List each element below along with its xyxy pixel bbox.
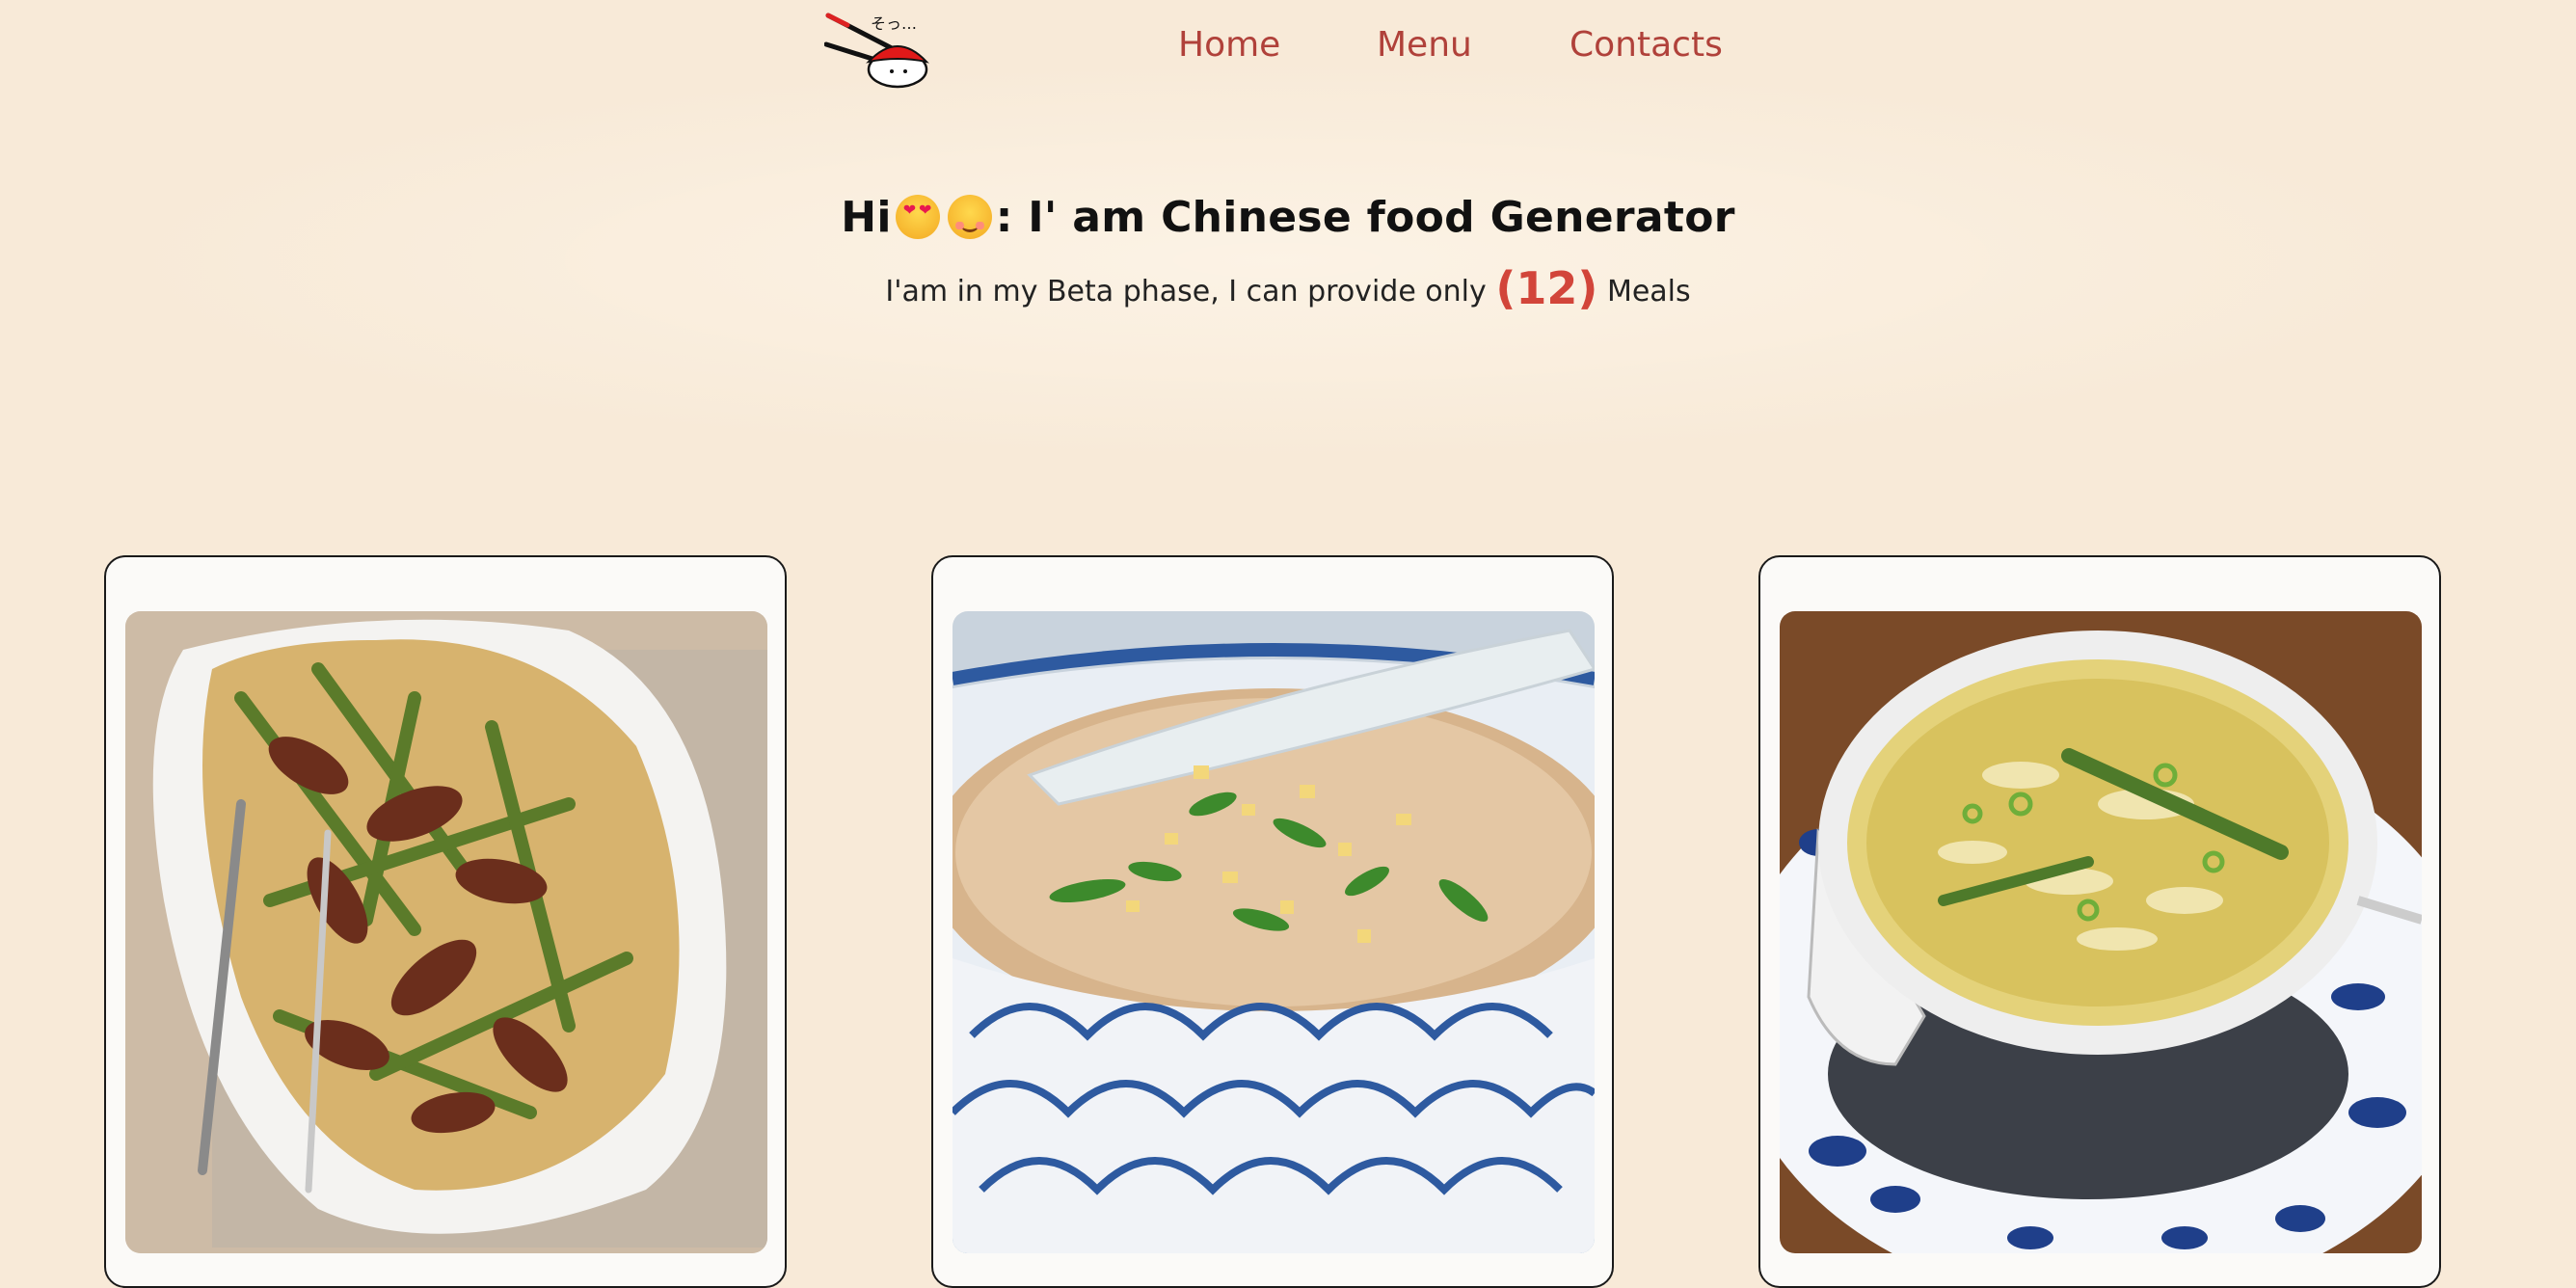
hero-background-glow: [96, 58, 2458, 463]
nav-link-contacts[interactable]: Contacts: [1570, 25, 1723, 65]
title-prefix: Hi: [841, 193, 892, 242]
subtitle-before: I'am in my Beta phase, I can provide onl…: [885, 275, 1487, 309]
egg-drop-soup-photo[interactable]: [1780, 611, 2422, 1253]
nav-link-menu[interactable]: Menu: [1377, 25, 1472, 65]
meal-card[interactable]: [1758, 555, 2441, 1288]
logo-text: そっ…: [871, 14, 917, 33]
page-title: Hi : I' am Chinese food Generator: [0, 193, 2576, 242]
congee-rice-porridge-photo[interactable]: [953, 611, 1595, 1253]
subtitle-after: Meals: [1606, 275, 1691, 309]
page-subtitle: I'am in my Beta phase, I can provide onl…: [0, 262, 2576, 314]
nav-link-home[interactable]: Home: [1178, 25, 1280, 65]
sushi-chopsticks-logo-icon[interactable]: そっ…: [823, 6, 940, 89]
smiling-face-icon: [947, 195, 992, 239]
title-suffix: : I' am Chinese food Generator: [995, 193, 1735, 242]
top-navigation: そっ… Home Menu Contacts: [0, 0, 2576, 96]
beef-asparagus-noodles-photo[interactable]: [125, 611, 767, 1253]
meal-card[interactable]: [104, 555, 787, 1288]
smiling-face-with-heart-eyes-icon: [895, 195, 940, 239]
meal-count-badge: (12): [1495, 262, 1598, 314]
meal-card[interactable]: [931, 555, 1614, 1288]
